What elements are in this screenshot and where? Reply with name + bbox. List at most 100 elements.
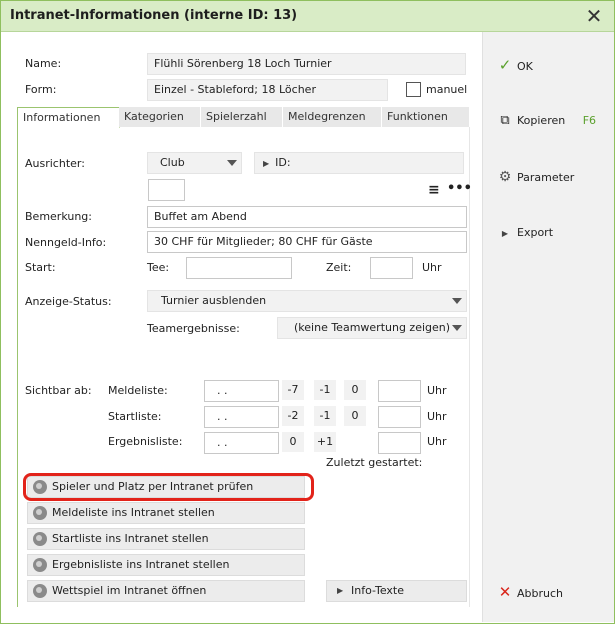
intranet-info-dialog: Intranet-Informationen (interne ID: 13) … (0, 0, 615, 624)
fee-label: Nenngeld-Info: (25, 236, 107, 249)
chevron-down-icon (227, 160, 237, 166)
tab-informationen[interactable]: Informationen (17, 107, 120, 128)
display-status-label: Anzeige-Status: (25, 295, 112, 308)
start-list-offset-a[interactable]: -2 (282, 406, 304, 426)
id-field[interactable]: ▶ ID: (254, 152, 464, 174)
entry-list-label: Meldeliste: (108, 384, 168, 397)
publish-entry-list-label: Meldeliste ins Intranet stellen (52, 506, 215, 519)
tab-spielerzahl[interactable]: Spielerzahl (201, 107, 283, 127)
globe-icon (33, 558, 47, 572)
title-bar: Intranet-Informationen (interne ID: 13) … (1, 1, 614, 32)
check-icon: ✓ (498, 56, 512, 74)
caret-right-icon: ▶ (501, 229, 509, 238)
tee-label: Tee: (147, 261, 170, 274)
start-list-offset-b[interactable]: -1 (314, 406, 336, 426)
display-status-value: Turnier ausblenden (161, 294, 267, 307)
entry-list-offset-b[interactable]: -1 (314, 380, 336, 400)
id-label: ID: (275, 156, 291, 169)
parameter-button[interactable]: ⚙ Parameter (497, 166, 575, 188)
menu-icon[interactable]: ≡ (428, 182, 440, 198)
team-results-select[interactable]: (keine Teamwertung zeigen) (277, 317, 467, 339)
caret-right-icon: ▶ (263, 159, 270, 168)
visible-from-label: Sichtbar ab: (25, 384, 92, 397)
remark-label: Bemerkung: (25, 210, 92, 223)
team-results-label: Teamergebnisse: (147, 322, 240, 335)
export-label: Export (517, 226, 554, 239)
window-title: Intranet-Informationen (interne ID: 13) (10, 8, 298, 23)
chevron-down-icon (452, 298, 462, 304)
info-texts-button[interactable]: ▶ Info-Texte (326, 580, 467, 602)
start-list-label: Startliste: (108, 410, 162, 423)
last-started-label: Zuletzt gestartet: (326, 456, 423, 469)
start-list-time[interactable] (378, 406, 421, 428)
organizer-label: Ausrichter: (25, 157, 85, 170)
open-competition-button[interactable]: Wettspiel im Intranet öffnen (27, 580, 305, 602)
cancel-button[interactable]: ✕ Abbruch (497, 581, 563, 603)
form-field[interactable]: Einzel - Stableford; 18 Löcher (147, 79, 388, 101)
publish-entry-list-button[interactable]: Meldeliste ins Intranet stellen (27, 502, 305, 524)
entry-list-date[interactable]: . . (204, 380, 279, 402)
export-button[interactable]: ▶ Export (497, 222, 553, 244)
name-label: Name: (25, 57, 62, 70)
ok-button[interactable]: ✓ OK (497, 54, 533, 76)
tee-input[interactable] (186, 257, 292, 279)
command-sidebar: ✓ OK ⧉ Kopieren F6 ⚙ Parameter ▶ Export ✕ Abb… (482, 32, 614, 622)
copy-button[interactable]: ⧉ Kopieren F6 (497, 110, 596, 132)
globe-icon (33, 506, 47, 520)
publish-result-list-label: Ergebnisliste ins Intranet stellen (52, 558, 230, 571)
open-competition-label: Wettspiel im Intranet öffnen (52, 584, 207, 597)
result-list-time[interactable] (378, 432, 421, 454)
ok-label: OK (517, 60, 533, 73)
tab-funktionen[interactable]: Funktionen (382, 107, 470, 127)
result-list-label: Ergebnisliste: (108, 435, 183, 448)
entry-list-offset-a[interactable]: -7 (282, 380, 304, 400)
tab-kategorien[interactable]: Kategorien (119, 107, 201, 127)
globe-icon (33, 584, 47, 598)
organizer-extra-field[interactable] (148, 179, 185, 201)
more-icon[interactable]: ••• (447, 181, 472, 196)
result-list-offset-b[interactable]: +1 (314, 432, 336, 452)
entry-list-hour-label: Uhr (427, 384, 447, 397)
publish-start-list-button[interactable]: Startliste ins Intranet stellen (27, 528, 305, 550)
copy-shortcut: F6 (582, 114, 597, 127)
start-list-date[interactable]: . . (204, 406, 279, 428)
entry-list-offset-c[interactable]: 0 (344, 380, 366, 400)
caret-right-icon: ▶ (337, 586, 344, 595)
parameter-label: Parameter (517, 171, 575, 184)
fee-input[interactable]: 30 CHF für Mitglieder; 80 CHF für Gäste (147, 231, 467, 253)
team-results-value: (keine Teamwertung zeigen) (294, 321, 451, 334)
gear-icon: ⚙ (498, 169, 512, 185)
start-list-offset-c[interactable]: 0 (344, 406, 366, 426)
time-label: Zeit: (326, 261, 352, 274)
main-panel: Name: Flühli Sörenberg 18 Loch Turnier F… (1, 32, 482, 622)
info-texts-label: Info-Texte (351, 584, 404, 597)
result-list-date[interactable]: . . (204, 432, 279, 454)
start-label: Start: (25, 261, 56, 274)
start-list-hour-label: Uhr (427, 410, 447, 423)
remark-input[interactable]: Buffet am Abend (147, 206, 467, 228)
highlight-annotation (23, 473, 314, 501)
copy-label: Kopieren (517, 114, 566, 127)
close-icon[interactable]: ✕ (582, 4, 606, 28)
copy-icon: ⧉ (500, 113, 510, 128)
display-status-select[interactable]: Turnier ausblenden (147, 290, 467, 312)
organizer-value: Club (160, 156, 185, 169)
cancel-label: Abbruch (517, 587, 564, 600)
globe-icon (33, 532, 47, 546)
x-icon: ✕ (498, 583, 512, 601)
time-input[interactable] (370, 257, 413, 279)
tab-meldegrenzen[interactable]: Meldegrenzen (283, 107, 382, 127)
chevron-down-icon (452, 325, 462, 331)
entry-list-time[interactable] (378, 380, 421, 402)
name-field[interactable]: Flühli Sörenberg 18 Loch Turnier (147, 53, 466, 75)
publish-start-list-label: Startliste ins Intranet stellen (52, 532, 209, 545)
result-list-hour-label: Uhr (427, 435, 447, 448)
form-label: Form: (25, 83, 57, 96)
manual-checkbox[interactable] (406, 82, 421, 97)
result-list-offset-a[interactable]: 0 (282, 432, 304, 452)
time-hour-label: Uhr (422, 261, 442, 274)
manual-label: manuel (426, 83, 468, 96)
tab-bar: Informationen Kategorien Spielerzahl Mel… (17, 107, 470, 128)
organizer-select[interactable]: Club (147, 152, 242, 174)
publish-result-list-button[interactable]: Ergebnisliste ins Intranet stellen (27, 554, 305, 576)
